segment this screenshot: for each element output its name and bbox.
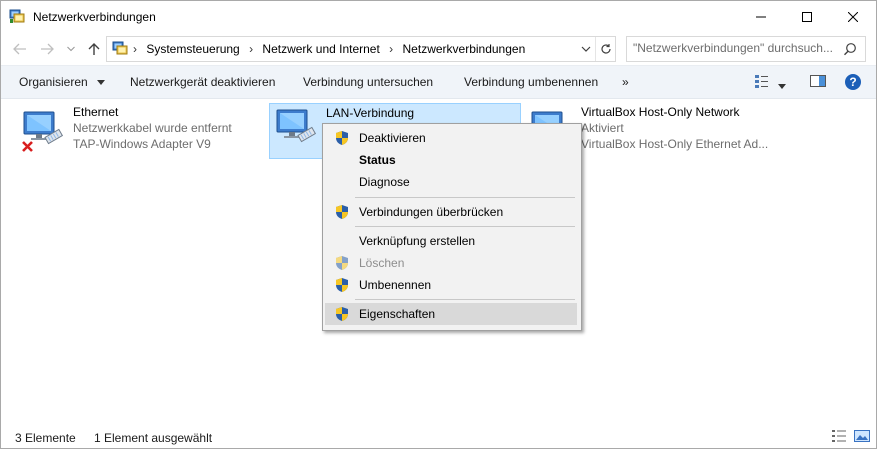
view-options-dropdown-icon[interactable]: [778, 78, 786, 92]
menu-item-status[interactable]: Status: [325, 149, 577, 171]
connection-name: Ethernet: [73, 105, 119, 119]
menu-separator: [355, 299, 575, 300]
selection-count: 1 Element ausgewählt: [94, 431, 213, 445]
menu-separator: [355, 197, 575, 198]
status-bar: 3 Elemente 1 Element ausgewählt: [1, 425, 876, 448]
connection-adapter: VirtualBox Host-Only Ethernet Ad...: [581, 137, 769, 151]
network-adapter-icon: [274, 106, 320, 152]
help-icon[interactable]: ?: [844, 73, 862, 94]
recent-locations-button[interactable]: [61, 39, 81, 59]
menu-separator: [355, 226, 575, 227]
breadcrumb-item-systemsteuerung[interactable]: Systemsteuerung: [146, 42, 239, 56]
title-bar: Netzwerkverbindungen: [1, 1, 876, 32]
network-adapter-icon: [21, 108, 67, 154]
connection-name: VirtualBox Host-Only Network: [581, 105, 740, 119]
chevron-right-icon[interactable]: ›: [133, 42, 137, 56]
chevron-down-icon: [67, 46, 75, 52]
connection-adapter: TAP-Windows Adapter V9: [73, 137, 211, 151]
chevron-right-icon[interactable]: ›: [249, 42, 253, 56]
search-input[interactable]: [633, 40, 833, 56]
refresh-icon: [601, 44, 611, 54]
disable-device-button[interactable]: Netzwerkgerät deaktivieren: [130, 75, 275, 89]
menu-item-umbenennen[interactable]: Umbenennen: [325, 274, 577, 296]
window-title: Netzwerkverbindungen: [33, 10, 156, 24]
network-connections-icon: [9, 8, 25, 24]
address-history-button[interactable]: [579, 42, 593, 56]
maximize-button[interactable]: [784, 1, 830, 32]
arrow-left-icon: [13, 43, 26, 55]
up-button[interactable]: [84, 39, 104, 59]
organize-label: Organisieren: [19, 75, 88, 89]
diagnose-connection-button[interactable]: Verbindung untersuchen: [303, 75, 433, 89]
arrow-right-icon: [41, 43, 54, 55]
menu-item-deaktivieren[interactable]: Deaktivieren: [325, 127, 577, 149]
menu-item-verbindungen-ueberbruecken[interactable]: Verbindungen überbrücken: [325, 201, 577, 223]
uac-shield-icon: [334, 130, 350, 146]
chevron-right-icon[interactable]: ›: [389, 42, 393, 56]
rename-connection-button[interactable]: Verbindung umbenennen: [464, 75, 598, 89]
search-icon[interactable]: [843, 42, 857, 59]
close-button[interactable]: [830, 1, 876, 32]
chevron-down-icon: [581, 46, 591, 52]
dropdown-arrow-icon: [97, 80, 106, 86]
large-icons-view-icon[interactable]: [854, 429, 870, 443]
menu-item-diagnose[interactable]: Diagnose: [325, 171, 577, 193]
svg-text:?: ?: [849, 75, 856, 89]
uac-shield-icon: [334, 277, 350, 293]
details-view-icon[interactable]: [831, 429, 847, 443]
command-bar: Organisieren Netzwerkgerät deaktivieren …: [1, 65, 876, 99]
more-commands-button[interactable]: »: [622, 75, 629, 89]
item-count: 3 Elemente: [15, 431, 76, 445]
menu-item-loeschen: Löschen: [325, 252, 577, 274]
breadcrumb-item-netzwerkverbindungen[interactable]: Netzwerkverbindungen: [403, 42, 526, 56]
uac-shield-icon: [334, 306, 350, 322]
explorer-window: Netzwerkverbindungen › Systemsteuerung ›…: [0, 0, 877, 449]
address-bar[interactable]: › Systemsteuerung › Netzwerk und Interne…: [106, 36, 616, 62]
menu-item-verknuepfung-erstellen[interactable]: Verknüpfung erstellen: [325, 230, 577, 252]
network-connections-icon: [112, 40, 128, 56]
uac-shield-icon: [334, 204, 350, 220]
breadcrumb-item-netzwerk-und-internet[interactable]: Netzwerk und Internet: [262, 42, 379, 56]
search-box[interactable]: [626, 36, 866, 62]
connection-status: Aktiviert: [581, 121, 624, 135]
uac-shield-icon: [334, 255, 350, 271]
connection-name: LAN-Verbindung: [326, 106, 415, 120]
back-button[interactable]: [10, 39, 30, 59]
arrow-up-icon: [88, 43, 100, 55]
connection-item-ethernet[interactable]: Ethernet Netzwerkkabel wurde entfernt TA…: [15, 105, 255, 157]
preview-pane-icon[interactable]: [809, 73, 827, 92]
connection-status: Netzwerkkabel wurde entfernt: [73, 121, 232, 135]
forward-button[interactable]: [37, 39, 57, 59]
address-row: › Systemsteuerung › Netzwerk und Interne…: [1, 32, 876, 65]
refresh-button[interactable]: [595, 37, 616, 61]
breadcrumb: › Systemsteuerung › Netzwerk und Interne…: [133, 42, 525, 56]
organize-button[interactable]: Organisieren: [19, 75, 106, 89]
menu-item-eigenschaften[interactable]: Eigenschaften: [325, 303, 577, 325]
minimize-button[interactable]: [738, 1, 784, 32]
change-view-icon[interactable]: [754, 73, 772, 92]
context-menu: Deaktivieren Status Diagnose Verbindunge…: [322, 123, 582, 331]
